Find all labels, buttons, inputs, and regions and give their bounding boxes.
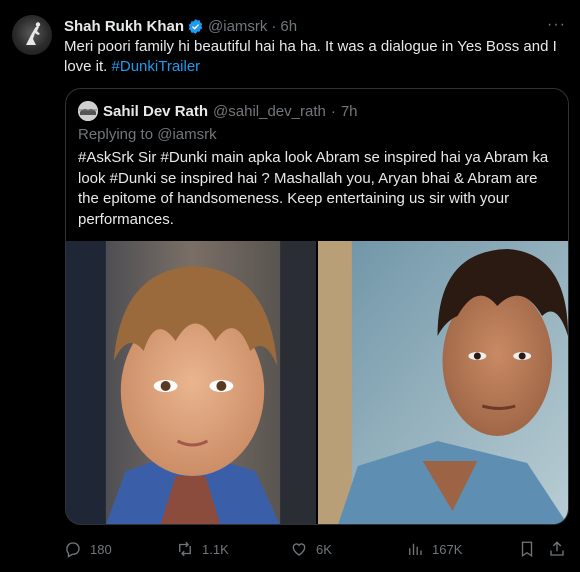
author-avatar[interactable] — [12, 15, 52, 55]
hashtag-link[interactable]: #DunkiTrailer — [112, 58, 201, 75]
media-grid — [66, 241, 568, 524]
photo-boy[interactable] — [66, 241, 316, 524]
tweet-time[interactable]: 6h — [280, 18, 297, 35]
retweet-button[interactable]: 1.1K — [176, 540, 229, 558]
tweet-header: Shah Rukh Khan @iamsrk · 6h ··· — [64, 16, 566, 36]
views-icon — [409, 543, 422, 555]
action-bar: 180 1.1K 6K 167K — [64, 540, 564, 560]
quoted-tweet-time[interactable]: 7h — [341, 103, 358, 120]
quoted-tweet[interactable]: Sahil Dev Rath @sahil_dev_rath · 7h Repl… — [65, 88, 569, 525]
views-button[interactable]: 167K — [406, 540, 462, 558]
share-button[interactable] — [548, 540, 574, 558]
separator-dot: · — [330, 102, 336, 120]
share-icon — [550, 541, 564, 556]
verified-badge-icon — [188, 18, 203, 34]
more-options-icon[interactable]: ··· — [547, 16, 566, 34]
heart-icon — [292, 543, 306, 556]
reply-count: 180 — [90, 541, 112, 557]
author-handle[interactable]: @iamsrk — [208, 18, 267, 35]
reply-button[interactable]: 180 — [64, 540, 112, 558]
like-count: 6K — [316, 541, 332, 557]
quoted-author-handle[interactable]: @sahil_dev_rath — [213, 103, 326, 120]
retweet-count: 1.1K — [202, 541, 229, 557]
author-name[interactable]: Shah Rukh Khan — [64, 18, 184, 35]
like-button[interactable]: 6K — [290, 540, 332, 558]
quoted-tweet-text: #AskSrk Sir #Dunki main apka look Abram … — [78, 149, 549, 228]
reply-icon — [66, 542, 80, 558]
bookmark-icon — [521, 541, 533, 558]
replying-to[interactable]: Replying to @iamsrk — [78, 126, 217, 143]
view-count: 167K — [432, 541, 463, 557]
photo-man[interactable] — [318, 241, 568, 524]
retweet-icon — [179, 541, 191, 557]
quoted-author-name[interactable]: Sahil Dev Rath — [103, 103, 208, 120]
bookmark-button[interactable] — [518, 540, 544, 558]
tweet-text: Meri poori family hi beautiful hai ha ha… — [64, 37, 564, 77]
separator-dot: · — [271, 17, 277, 35]
quoted-author-avatar[interactable] — [78, 101, 98, 121]
quoted-tweet-header: Sahil Dev Rath @sahil_dev_rath · 7h — [78, 101, 358, 121]
